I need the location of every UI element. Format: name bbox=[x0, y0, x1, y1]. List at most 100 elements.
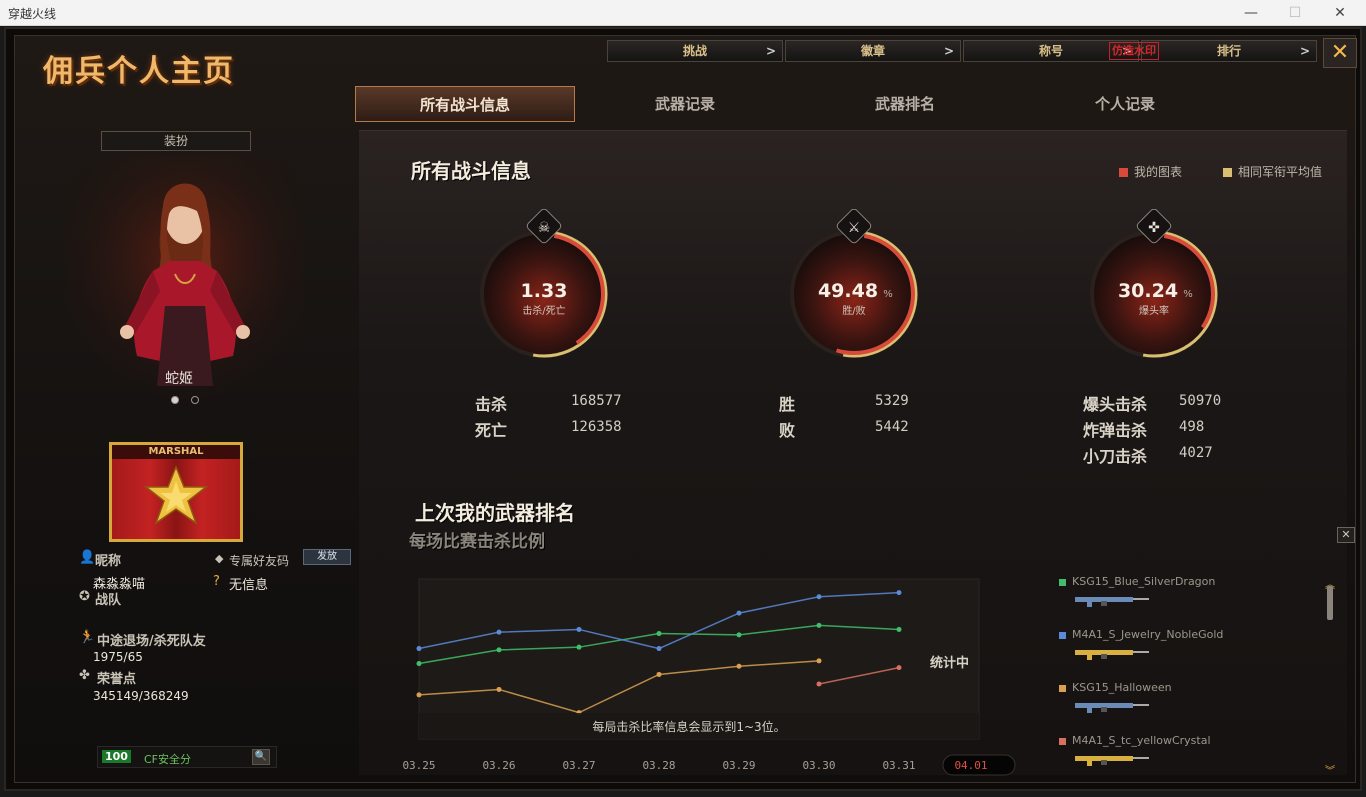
chevron-right-icon: > bbox=[765, 44, 776, 58]
kill-ratio-chart: 03.25 03.26 03.27 03.28 03.29 03.30 03.31 04.01… bbox=[402, 578, 1016, 776]
data-point bbox=[816, 658, 822, 664]
data-point bbox=[576, 626, 582, 632]
weapon-color-swatch bbox=[1059, 632, 1066, 639]
ring-label: 爆头率 bbox=[1139, 304, 1169, 317]
x-tick-label: 04.01 bbox=[954, 759, 987, 772]
rifle-icon: ✜ bbox=[1148, 220, 1160, 236]
game-frame: 佣兵个人主页 挑战 > 徽章 > 称号 > 排行 > 仿造水印 ✕ 所有战斗信息 武器记… bbox=[4, 27, 1362, 791]
data-point bbox=[416, 692, 422, 698]
weapon-gun-icon bbox=[1075, 650, 1149, 660]
weapon-rank-title: 上次我的武器排名 bbox=[415, 501, 575, 525]
losses-value: 5442 bbox=[875, 419, 909, 435]
legend-average: 相同军衔平均值 bbox=[1223, 163, 1322, 180]
tab-weapon-records[interactable]: 武器记录 bbox=[575, 86, 795, 122]
data-point bbox=[816, 681, 822, 687]
losses-label: 败 bbox=[779, 421, 796, 440]
nav-badge[interactable]: 徽章 > bbox=[785, 40, 961, 62]
legend-mine: 我的图表 bbox=[1119, 163, 1182, 180]
left-sidebar: 装扮 蛇姬 MARSHAL 👤 昵称 森淼淼喵 ◆ 专属好友码 发放 ? 无信息… bbox=[15, 36, 359, 784]
ring-label: 胜/败 bbox=[842, 304, 865, 317]
legend-swatch-mine bbox=[1119, 168, 1128, 177]
search-icon[interactable]: 🔍 bbox=[252, 749, 270, 765]
issue-friend-code-button[interactable]: 发放 bbox=[303, 549, 351, 565]
tab-weapon-ranking[interactable]: 武器排名 bbox=[795, 86, 1015, 122]
friend-code-label: 专属好友码 bbox=[229, 554, 290, 568]
nav-ranking[interactable]: 排行 > bbox=[1141, 40, 1317, 62]
weapon-list-item[interactable]: KSG15_Halloween bbox=[1059, 681, 1172, 714]
wins-label: 胜 bbox=[779, 395, 796, 414]
section-title: 所有战斗信息 bbox=[411, 159, 531, 183]
team-icon: ✪ bbox=[79, 589, 90, 604]
tab-all-battle-info[interactable]: 所有战斗信息 bbox=[355, 86, 575, 122]
bomb-kills-label: 炸弹击杀 bbox=[1083, 421, 1148, 440]
ring-value: 49.48 bbox=[818, 280, 878, 302]
data-point bbox=[416, 661, 422, 667]
data-point bbox=[656, 646, 662, 652]
honor-icon: ✤ bbox=[79, 668, 90, 683]
weapon-list-item[interactable]: M4A1_S_Jewelry_NobleGold bbox=[1059, 628, 1223, 661]
skull-icon: ☠ bbox=[538, 220, 551, 236]
x-tick-label: 03.31 bbox=[882, 759, 915, 772]
data-point bbox=[496, 647, 502, 653]
kills-label: 击杀 bbox=[475, 395, 508, 414]
data-point bbox=[896, 665, 902, 671]
runner-icon: 🏃 bbox=[79, 630, 96, 645]
data-point bbox=[496, 629, 502, 635]
honor-label: 荣誉点 bbox=[97, 672, 137, 687]
weapon-list-scrollbar[interactable]: ︽ ︾ bbox=[1325, 576, 1335, 777]
data-point bbox=[816, 594, 822, 600]
ring-label: 击杀/死亡 bbox=[522, 304, 565, 317]
window-title: 穿越火线 bbox=[8, 7, 57, 21]
stat-ring-1: ⚔ 49.48 % 胜/败 bbox=[790, 209, 918, 358]
carousel-dot-active[interactable] bbox=[171, 396, 179, 404]
rank-badge: MARSHAL bbox=[109, 442, 243, 542]
character-name: 蛇姬 bbox=[165, 371, 193, 387]
ring-unit: % bbox=[1183, 289, 1193, 300]
nav-challenge[interactable]: 挑战 > bbox=[607, 40, 783, 62]
watermark-stamp: 仿造水印 bbox=[1109, 42, 1159, 60]
knife-kills-label: 小刀击杀 bbox=[1083, 447, 1148, 466]
scrollbar-thumb[interactable] bbox=[1327, 586, 1333, 620]
close-button[interactable]: ✕ bbox=[1323, 38, 1357, 68]
stat-ring-2: ✜ 30.24 % 爆头率 bbox=[1090, 209, 1218, 358]
data-point bbox=[496, 686, 502, 692]
legend-average-text: 相同军衔平均值 bbox=[1238, 165, 1323, 179]
weapon-color-swatch bbox=[1059, 579, 1066, 586]
window-titlebar: 穿越火线 — ☐ ✕ bbox=[0, 0, 1366, 26]
weapon-gun-icon bbox=[1075, 703, 1149, 713]
weapon-name: KSG15_Blue_SilverDragon bbox=[1072, 575, 1216, 588]
scroll-down-icon[interactable]: ︾ bbox=[1325, 762, 1335, 777]
no-info-text: 无信息 bbox=[229, 578, 269, 593]
weapon-name: M4A1_S_Jewelry_NobleGold bbox=[1072, 628, 1224, 641]
quit-teamkill-label: 中途退场/杀死队友 bbox=[97, 634, 206, 649]
data-point bbox=[576, 644, 582, 650]
quit-teamkill-value: 1975/65 bbox=[93, 650, 143, 664]
honor-value: 345149/368249 bbox=[93, 689, 189, 703]
ring-value: 1.33 bbox=[521, 280, 568, 302]
nav-label: 称号 bbox=[1038, 44, 1063, 58]
x-tick-label: 03.30 bbox=[802, 759, 835, 772]
carousel-dot[interactable] bbox=[191, 396, 199, 404]
legend-swatch-average bbox=[1223, 168, 1232, 177]
chevron-right-icon: > bbox=[1299, 44, 1310, 58]
question-icon: ? bbox=[213, 574, 220, 589]
dress-up-button[interactable]: 装扮 bbox=[101, 131, 251, 151]
maximize-button[interactable]: ☐ bbox=[1280, 3, 1310, 23]
weapon-gun-icon bbox=[1075, 597, 1149, 607]
cf-score-label: CF安全分 bbox=[144, 753, 192, 766]
weapon-rank-close-button[interactable]: ✕ bbox=[1337, 527, 1355, 543]
tag-icon: ◆ bbox=[215, 552, 224, 565]
window-close-button[interactable]: ✕ bbox=[1325, 3, 1355, 23]
headshot-kills-label: 爆头击杀 bbox=[1083, 395, 1148, 414]
tab-personal-records[interactable]: 个人记录 bbox=[1015, 86, 1235, 122]
weapon-list-item[interactable]: M4A1_S_tc_yellowCrystal bbox=[1059, 734, 1211, 767]
data-point bbox=[816, 622, 822, 628]
rank-badge-label: MARSHAL bbox=[112, 445, 240, 459]
crossed-swords-icon: ⚔ bbox=[848, 220, 861, 236]
minimize-button[interactable]: — bbox=[1236, 3, 1266, 23]
weapon-rank-subtitle: 每场比赛击杀比例 bbox=[409, 532, 545, 552]
pending-label: 统计中 bbox=[930, 655, 969, 671]
data-point bbox=[736, 632, 742, 638]
weapon-list-item[interactable]: KSG15_Blue_SilverDragon bbox=[1059, 575, 1215, 608]
ring-value: 30.24 bbox=[1118, 280, 1178, 302]
